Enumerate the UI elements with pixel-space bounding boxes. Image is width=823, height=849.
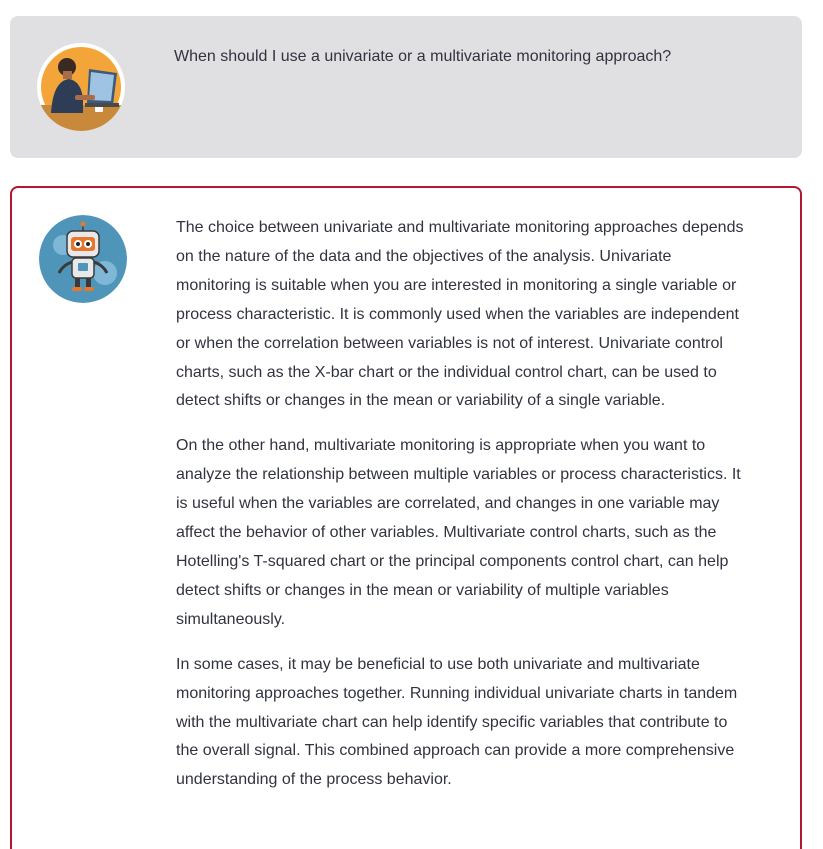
- assistant-paragraph: The choice between univariate and multiv…: [176, 219, 744, 410]
- user-avatar: [37, 43, 125, 131]
- assistant-avatar: [39, 215, 127, 303]
- assistant-message-body: The choice between univariate and multiv…: [176, 214, 748, 811]
- assistant-paragraph: In some cases, it may be beneficial to u…: [176, 655, 738, 789]
- chat-page: When should I use a univariate or a mult…: [0, 0, 823, 849]
- user-message: [10, 16, 802, 158]
- user-at-laptop-icon: [37, 43, 125, 131]
- user-message-text: When should I use a univariate or a mult…: [174, 48, 672, 65]
- assistant-paragraph: On the other hand, multivariate monitori…: [176, 437, 741, 628]
- robot-icon: [39, 215, 127, 303]
